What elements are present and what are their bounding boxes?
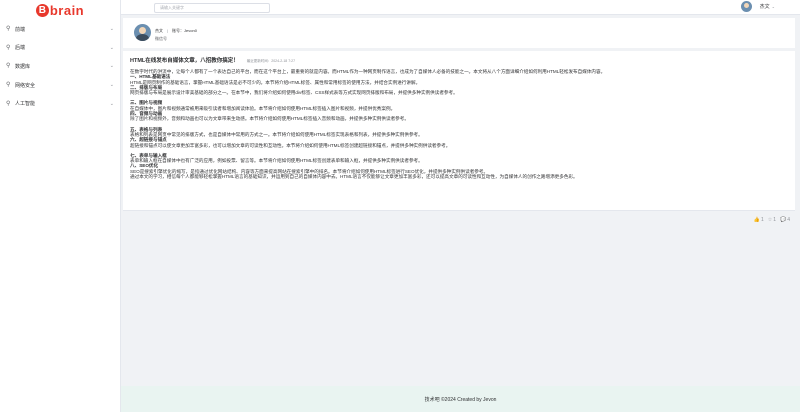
- author-meta: 杰文 | 账号：Jevon0: [155, 28, 197, 34]
- sidebar: B brain ⚲ 前端 ⌄ ⚲ 后端 ⌄ ⚲ 数据库 ⌄ ⚲ 网络安全 ⌄ ⚲…: [0, 0, 121, 412]
- article: HTML在线发布自媒体文章，八招教你搞定！ 最近更新时间：2024-2-18 7…: [123, 51, 795, 210]
- user-menu[interactable]: 杰文 ⌄: [740, 1, 775, 12]
- article-updated: 最近更新时间：2024-2-18 7:27: [246, 59, 296, 63]
- sidebar-item-ai[interactable]: ⚲ 人工智能 ⌄: [0, 95, 120, 113]
- brand-logo[interactable]: B brain: [0, 2, 120, 18]
- chevron-down-icon: ⌄: [109, 82, 114, 89]
- search-input[interactable]: 请输入关键字: [154, 3, 270, 13]
- main-content: 杰文 | 账号：Jevon0 微信号 HTML在线发布自媒体文章，八招教你搞定！…: [121, 15, 800, 386]
- location-icon: ⚲: [6, 63, 11, 70]
- sidebar-item-label: 人工智能: [15, 101, 36, 108]
- comment-icon: 💬: [779, 217, 787, 223]
- comment-button[interactable]: 💬 4: [780, 217, 790, 223]
- brand-name: brain: [49, 2, 85, 18]
- author-avatar[interactable]: [134, 24, 151, 41]
- author-follow: 微信号: [155, 36, 167, 41]
- footer-text: 技术吧 ©2024 Created by Jevon: [424, 396, 497, 403]
- avatar[interactable]: [740, 1, 752, 12]
- sidebar-item-label: 数据库: [15, 63, 31, 70]
- star-icon: ☆: [767, 217, 773, 223]
- sidebar-item-database[interactable]: ⚲ 数据库 ⌄: [0, 57, 120, 75]
- sidebar-item-frontend[interactable]: ⚲ 前端 ⌄: [0, 20, 120, 38]
- location-icon: ⚲: [6, 44, 11, 51]
- sidebar-menu: ⚲ 前端 ⌄ ⚲ 后端 ⌄ ⚲ 数据库 ⌄ ⚲ 网络安全 ⌄ ⚲ 人工智能 ⌄: [0, 20, 120, 113]
- location-icon: ⚲: [6, 82, 11, 89]
- author-account: 账号：Jevon0: [172, 28, 197, 33]
- top-header: 请输入关键字 杰文 ⌄: [121, 0, 800, 15]
- meta-separator: |: [167, 28, 169, 33]
- favorite-count: 1: [773, 217, 776, 223]
- location-icon: ⚲: [6, 26, 11, 32]
- article-title: HTML在线发布自媒体文章，八招教你搞定！: [130, 58, 239, 64]
- chevron-down-icon: ⌄: [109, 100, 114, 107]
- article-divider: [123, 210, 795, 211]
- sidebar-item-label: 前端: [15, 26, 26, 33]
- sidebar-item-label: 后端: [15, 45, 26, 52]
- favorite-button[interactable]: ☆ 1: [768, 217, 776, 223]
- sidebar-item-label: 网络安全: [15, 82, 36, 89]
- article-paragraph: 通过本文的学习，相信每个人都能够轻松掌握HTML语言的基础知识，并运用到自己的自…: [130, 174, 578, 180]
- article-header: HTML在线发布自媒体文章，八招教你搞定！ 最近更新时间：2024-2-18 7…: [130, 56, 788, 64]
- chevron-down-icon: ⌄: [109, 63, 114, 70]
- chevron-down-icon: ⌄: [109, 26, 114, 32]
- brand-mark: B: [35, 3, 49, 17]
- author-card: 杰文 | 账号：Jevon0 微信号: [123, 18, 795, 48]
- username[interactable]: 杰文: [760, 3, 770, 10]
- location-icon: ⚲: [6, 100, 11, 107]
- sidebar-item-backend[interactable]: ⚲ 后端 ⌄: [0, 39, 120, 57]
- article-stats: 👍 1 ☆ 1 💬 4: [750, 217, 790, 223]
- sidebar-item-security[interactable]: ⚲ 网络安全 ⌄: [0, 76, 120, 94]
- author-name[interactable]: 杰文: [155, 28, 163, 34]
- like-button[interactable]: 👍 1: [754, 217, 764, 223]
- chevron-down-icon[interactable]: ⌄: [772, 4, 775, 9]
- thumbs-up-icon: 👍: [753, 217, 760, 223]
- comment-count: 4: [787, 217, 790, 223]
- article-body: 在数字时代的洪流中，让每个人都有了一个表达自己的平台，而在这个平台上，最重要的就…: [130, 69, 788, 179]
- chevron-down-icon: ⌄: [109, 44, 114, 51]
- footer: 技术吧 ©2024 Created by Jevon: [121, 386, 800, 412]
- like-count: 1: [760, 217, 764, 223]
